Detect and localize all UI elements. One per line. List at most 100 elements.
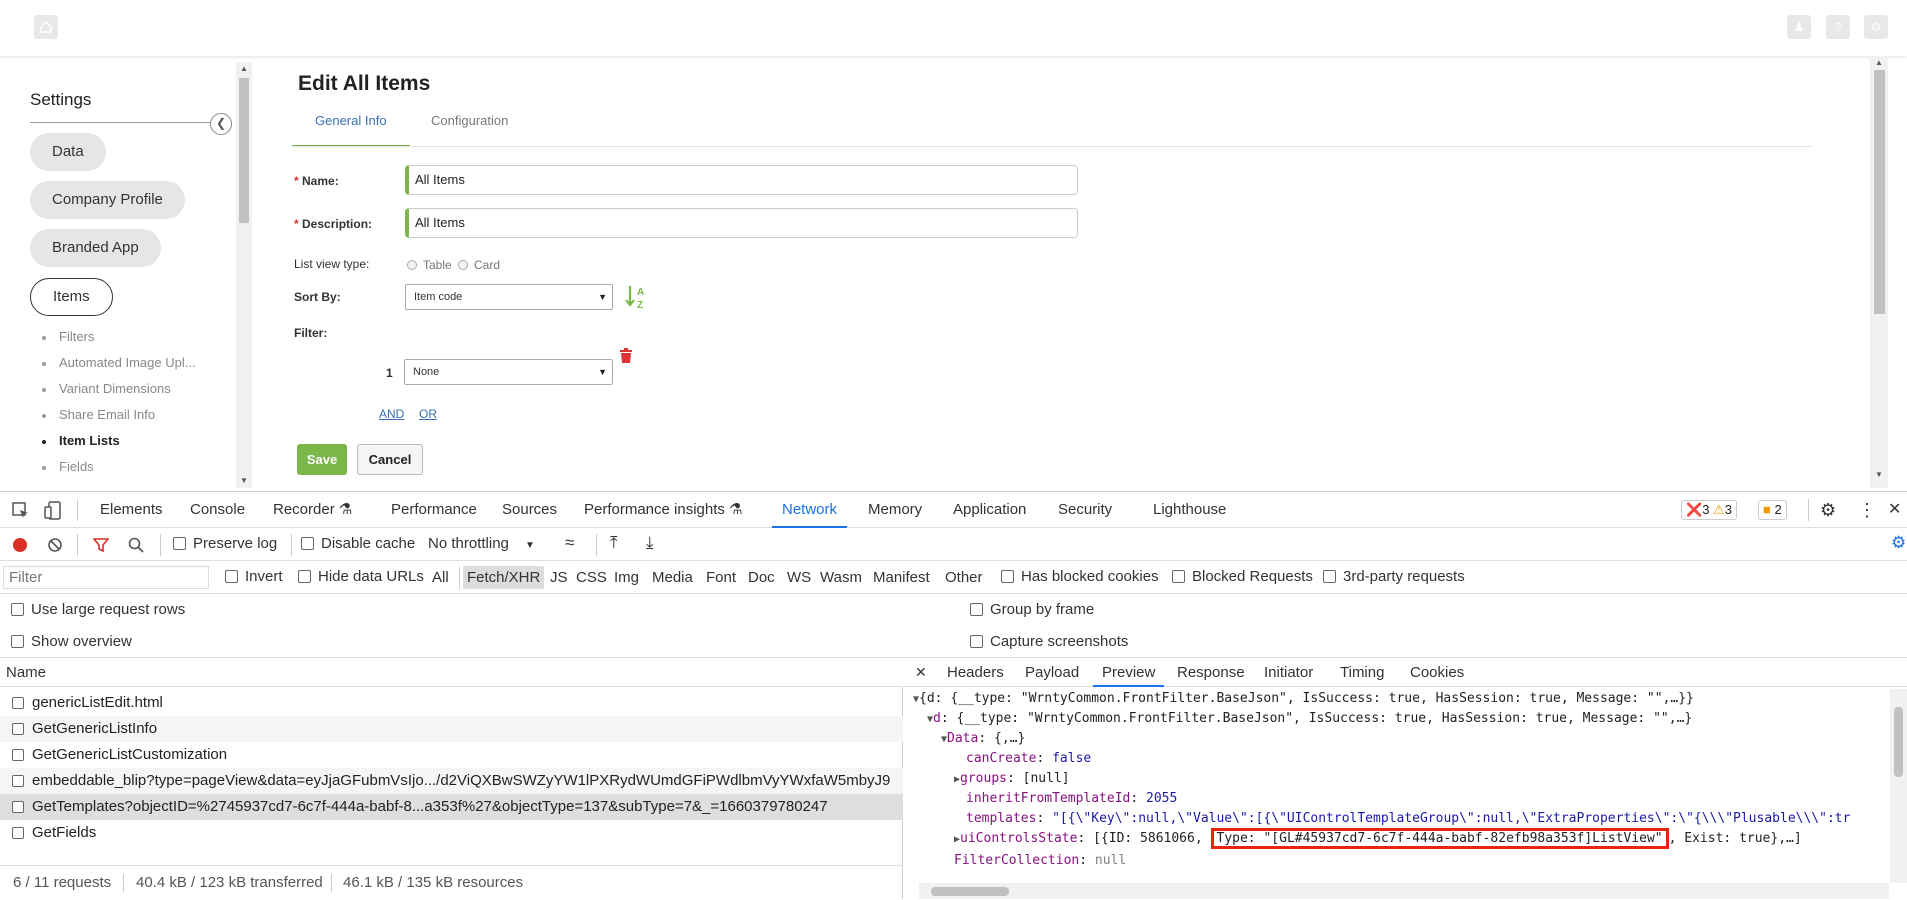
tab-lighthouse[interactable]: Lighthouse: [1153, 492, 1226, 528]
device-toolbar-icon[interactable]: [44, 501, 62, 520]
tab-general-info[interactable]: General Info: [292, 114, 410, 147]
tab-recorder[interactable]: Recorder ⚗: [273, 492, 352, 528]
sidebar-subitem-automated-image-upload[interactable]: Automated Image Upl...: [42, 350, 196, 376]
sidebar-item-branded-app[interactable]: Branded App: [30, 229, 161, 267]
gear-icon[interactable]: ⚙: [1864, 15, 1888, 39]
issues-counter[interactable]: ❌3 ⚠3: [1681, 500, 1737, 520]
json-line[interactable]: ▶groups: [null]: [954, 769, 1070, 789]
filter-type-font[interactable]: Font: [702, 566, 740, 589]
request-row[interactable]: GetGenericListInfo: [0, 716, 903, 742]
json-line[interactable]: ▶uiControlsState: [{ID: 5861066, Type: "…: [954, 828, 1802, 849]
tab-elements[interactable]: Elements: [100, 492, 163, 528]
has-blocked-cookies-checkbox[interactable]: Has blocked cookies: [1001, 568, 1159, 585]
sidebar-item-items[interactable]: Items: [30, 278, 113, 316]
scroll-up-icon[interactable]: ▲: [1875, 58, 1883, 67]
trash-icon[interactable]: [619, 348, 633, 364]
scroll-down-icon[interactable]: ▼: [240, 476, 248, 485]
save-button[interactable]: Save: [297, 444, 347, 475]
scroll-up-icon[interactable]: ▲: [240, 64, 248, 73]
collapse-sidebar-button[interactable]: ❮: [210, 113, 232, 135]
filter-type-media[interactable]: Media: [648, 566, 697, 589]
sort-by-select[interactable]: Item code ▼: [405, 284, 613, 310]
main-scrollbar[interactable]: ▲ ▼: [1870, 56, 1888, 488]
account-icon[interactable]: ♟: [1787, 15, 1811, 39]
messages-counter[interactable]: ■ 2: [1758, 500, 1787, 520]
json-line[interactable]: ▼{d: {__type: "WrntyCommon.FrontFilter.B…: [913, 689, 1694, 709]
record-icon[interactable]: [13, 538, 27, 552]
tab-preview[interactable]: Preview: [1092, 658, 1165, 687]
request-row[interactable]: GetFields: [0, 820, 903, 846]
inspect-element-icon[interactable]: [12, 502, 30, 519]
network-conditions-icon[interactable]: ≈: [565, 533, 574, 553]
home-icon[interactable]: [34, 15, 58, 39]
tab-network[interactable]: Network: [771, 492, 848, 528]
filter-icon[interactable]: [93, 537, 109, 553]
tab-memory[interactable]: Memory: [868, 492, 922, 528]
column-header-name[interactable]: Name: [0, 658, 903, 687]
network-settings-gear-icon[interactable]: ⚙: [1891, 533, 1906, 553]
request-row-selected[interactable]: GetTemplates?objectID=%2745937cd7-6c7f-4…: [0, 794, 903, 820]
search-icon[interactable]: [128, 537, 144, 553]
clear-icon[interactable]: [47, 537, 63, 553]
sort-az-icon[interactable]: A Z: [625, 284, 649, 310]
filter-type-css[interactable]: CSS: [572, 566, 611, 589]
scroll-down-icon[interactable]: ▼: [1875, 470, 1883, 479]
request-row[interactable]: GetGenericListCustomization: [0, 742, 903, 768]
throttling-select[interactable]: No throttling ▼: [428, 535, 535, 552]
request-row[interactable]: genericListEdit.html: [0, 690, 903, 716]
name-field[interactable]: All Items: [405, 165, 1078, 195]
json-line[interactable]: ▼d: {__type: "WrntyCommon.FrontFilter.Ba…: [927, 709, 1692, 729]
request-row[interactable]: embeddable_blip?type=pageView&data=eyJja…: [0, 768, 903, 794]
scrollbar-thumb[interactable]: [931, 887, 1009, 896]
tab-performance[interactable]: Performance: [391, 492, 477, 528]
filter-type-all[interactable]: All: [428, 566, 453, 589]
disable-cache-checkbox[interactable]: Disable cache: [301, 535, 415, 552]
sidebar-subitem-fields[interactable]: Fields: [42, 454, 196, 480]
sidebar-subitem-filters[interactable]: Filters: [42, 324, 196, 350]
json-line[interactable]: FilterCollection: null: [954, 851, 1126, 871]
close-devtools-icon[interactable]: ✕: [1888, 492, 1901, 528]
tab-security[interactable]: Security: [1058, 492, 1112, 528]
help-icon[interactable]: ?: [1826, 15, 1850, 39]
sidebar-subitem-variant-dimensions[interactable]: Variant Dimensions: [42, 376, 196, 402]
tab-timing[interactable]: Timing: [1340, 658, 1384, 687]
tab-response[interactable]: Response: [1177, 658, 1245, 687]
json-line[interactable]: inheritFromTemplateId: 2055: [966, 789, 1177, 809]
cancel-button[interactable]: Cancel: [357, 444, 423, 475]
more-options-icon[interactable]: ⋮: [1858, 492, 1876, 528]
filter-type-img[interactable]: Img: [610, 566, 643, 589]
filter-type-manifest[interactable]: Manifest: [869, 566, 934, 589]
show-overview-checkbox[interactable]: Show overview: [11, 633, 132, 650]
sidebar-item-data[interactable]: Data: [30, 133, 106, 171]
preview-vertical-scrollbar[interactable]: [1890, 689, 1907, 883]
tab-headers[interactable]: Headers: [947, 658, 1004, 687]
settings-gear-icon[interactable]: ⚙: [1820, 492, 1836, 528]
tab-configuration[interactable]: Configuration: [408, 114, 531, 147]
blocked-requests-checkbox[interactable]: Blocked Requests: [1172, 568, 1313, 585]
tab-sources[interactable]: Sources: [502, 492, 557, 528]
scrollbar-thumb[interactable]: [1874, 70, 1885, 314]
export-har-icon[interactable]: ⤓: [646, 533, 654, 553]
filter-select[interactable]: None ▼: [404, 359, 613, 385]
radio-table[interactable]: Table: [407, 258, 452, 272]
filter-input[interactable]: Filter: [3, 566, 209, 589]
and-link[interactable]: AND: [379, 407, 404, 421]
preserve-log-checkbox[interactable]: Preserve log: [173, 535, 277, 552]
import-har-icon[interactable]: ⤒: [610, 533, 618, 553]
tab-cookies[interactable]: Cookies: [1410, 658, 1464, 687]
filter-type-other[interactable]: Other: [941, 566, 987, 589]
third-party-requests-checkbox[interactable]: 3rd-party requests: [1323, 568, 1465, 585]
json-line[interactable]: ▼Data: {,…}: [941, 729, 1025, 749]
tab-payload[interactable]: Payload: [1025, 658, 1079, 687]
filter-type-wasm[interactable]: Wasm: [816, 566, 866, 589]
tab-performance-insights[interactable]: Performance insights ⚗: [584, 492, 743, 528]
preview-horizontal-scrollbar[interactable]: [919, 883, 1889, 899]
filter-type-ws[interactable]: WS: [783, 566, 815, 589]
sidebar-item-company-profile[interactable]: Company Profile: [30, 181, 185, 219]
tab-console[interactable]: Console: [190, 492, 245, 528]
tab-initiator[interactable]: Initiator: [1264, 658, 1313, 687]
hide-data-urls-checkbox[interactable]: Hide data URLs: [298, 568, 424, 585]
radio-card[interactable]: Card: [458, 258, 500, 272]
sidebar-subitem-item-lists[interactable]: Item Lists: [42, 428, 196, 454]
filter-type-js[interactable]: JS: [546, 566, 572, 589]
